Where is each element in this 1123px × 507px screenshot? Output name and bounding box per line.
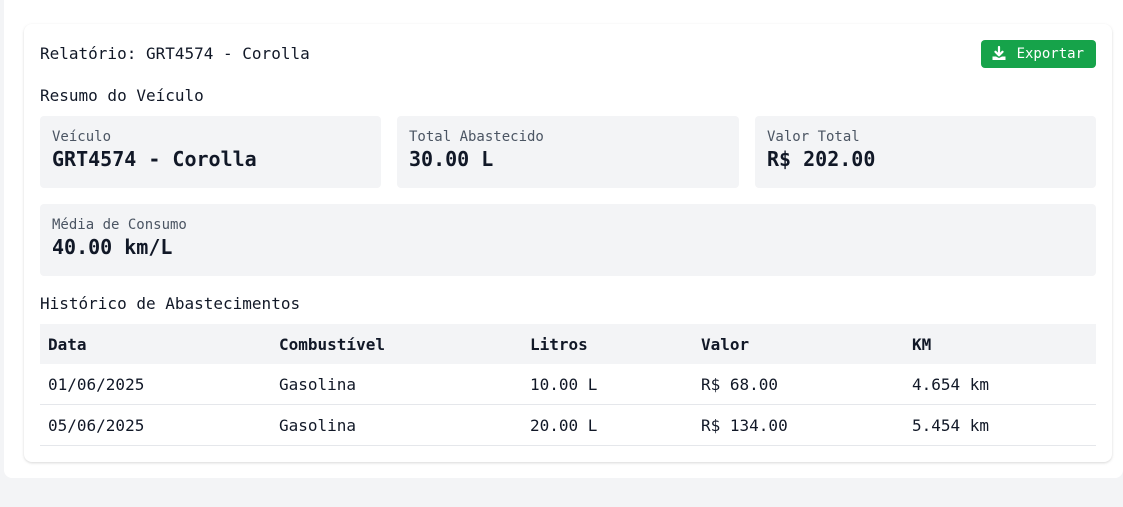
column-header-value: Valor bbox=[693, 324, 904, 364]
report-title: Relatório: GRT4574 - Corolla bbox=[40, 44, 310, 63]
cell-liters: 10.00 L bbox=[522, 364, 693, 405]
history-table: Data Combustível Litros Valor KM 01/06/2… bbox=[40, 324, 1096, 446]
cell-value: R$ 68.00 bbox=[693, 364, 904, 405]
stat-total-value: Valor Total R$ 202.00 bbox=[755, 116, 1096, 188]
history-title: Histórico de Abastecimentos bbox=[40, 294, 301, 313]
table-row: 05/06/2025 Gasolina 20.00 L R$ 134.00 5.… bbox=[40, 404, 1096, 446]
stat-total-fuel-label: Total Abastecido bbox=[409, 129, 544, 145]
stat-total-value-value: R$ 202.00 bbox=[767, 147, 876, 171]
column-header-fuel: Combustível bbox=[271, 324, 522, 364]
stat-vehicle-label: Veículo bbox=[52, 129, 112, 145]
stat-total-fuel-value: 30.00 L bbox=[409, 147, 494, 171]
cell-date: 05/06/2025 bbox=[40, 404, 271, 446]
stat-vehicle-value: GRT4574 - Corolla bbox=[52, 147, 257, 171]
report-card: Relatório: GRT4574 - Corolla Exportar Re… bbox=[24, 24, 1112, 462]
cell-fuel: Gasolina bbox=[271, 364, 522, 405]
table-header-row: Data Combustível Litros Valor KM bbox=[40, 324, 1096, 364]
cell-liters: 20.00 L bbox=[522, 404, 693, 446]
stat-vehicle: Veículo GRT4574 - Corolla bbox=[40, 116, 381, 188]
stat-avg-consumption-value: 40.00 km/L bbox=[52, 235, 173, 259]
table-row: 01/06/2025 Gasolina 10.00 L R$ 68.00 4.6… bbox=[40, 364, 1096, 405]
stat-total-value-label: Valor Total bbox=[767, 129, 860, 145]
summary-title: Resumo do Veículo bbox=[40, 86, 204, 105]
column-header-date: Data bbox=[40, 324, 271, 364]
stat-avg-consumption: Média de Consumo 40.00 km/L bbox=[40, 204, 1096, 276]
column-header-km: KM bbox=[904, 324, 1096, 364]
cell-km: 4.654 km bbox=[904, 364, 1096, 405]
stat-total-fuel: Total Abastecido 30.00 L bbox=[397, 116, 739, 188]
main-panel: Relatório: GRT4574 - Corolla Exportar Re… bbox=[4, 0, 1123, 478]
cell-date: 01/06/2025 bbox=[40, 364, 271, 405]
export-button-label: Exportar bbox=[1016, 46, 1084, 62]
stat-avg-consumption-label: Média de Consumo bbox=[52, 217, 187, 233]
export-button[interactable]: Exportar bbox=[980, 40, 1096, 68]
cell-fuel: Gasolina bbox=[271, 404, 522, 446]
cell-value: R$ 134.00 bbox=[693, 404, 904, 446]
download-icon bbox=[991, 46, 1007, 62]
cell-km: 5.454 km bbox=[904, 404, 1096, 446]
column-header-liters: Litros bbox=[522, 324, 693, 364]
